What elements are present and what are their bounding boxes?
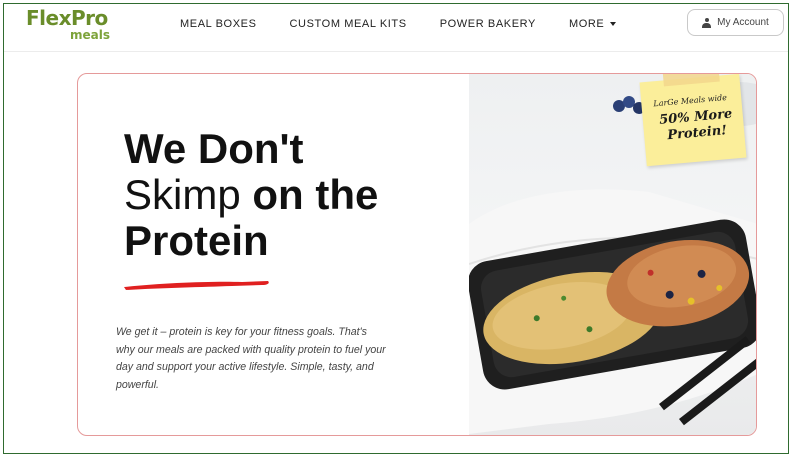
flexpro-logo[interactable]: FlexPro meals [26,8,116,42]
user-icon [702,17,712,28]
site-header: FlexPro meals MEAL BOXES CUSTOM MEAL KIT… [4,4,788,46]
main-nav: MEAL BOXES CUSTOM MEAL KITS POWER BAKERY… [180,18,649,30]
logo-text-meals: meals [70,28,110,42]
sticky-note-caption: LarGe Meals wide [653,92,728,109]
red-brush-underline [124,281,269,290]
sticky-note-protein: 50% More Protein! [658,106,733,144]
nav-meal-boxes[interactable]: MEAL BOXES [180,18,257,30]
nav-power-bakery[interactable]: POWER BAKERY [440,18,536,30]
nav-custom-meal-kits[interactable]: CUSTOM MEAL KITS [290,18,407,30]
sticky-note: LarGe Meals wide 50% More Protein! [639,74,747,167]
header-divider [4,51,788,52]
nav-more-dropdown[interactable]: MORE [568,18,617,30]
hero-card: We Don't Skimp on the Protein We get it … [77,73,757,436]
logo-text-flex: Flex [26,6,71,30]
my-account-button[interactable]: My Account [687,9,784,36]
hero-body-text: We get it – protein is key for your fitn… [116,326,386,391]
chevron-down-icon [610,22,617,26]
logo-text-pro: Pro [70,6,108,30]
hero-text-panel: We Don't Skimp on the Protein We get it … [78,74,469,435]
meal-photo: LarGe Meals wide 50% More Protein! [469,74,756,435]
headline-line-1: We Don't [124,125,304,172]
headline-on-the: on the [252,171,379,218]
nav-more-label: MORE [568,18,605,30]
my-account-label: My Account [717,17,769,28]
tape [662,74,720,87]
headline-protein: Protein [124,217,269,264]
headline-skimp: Skimp [124,171,241,218]
hero-headline: We Don't Skimp on the Protein [124,126,378,264]
